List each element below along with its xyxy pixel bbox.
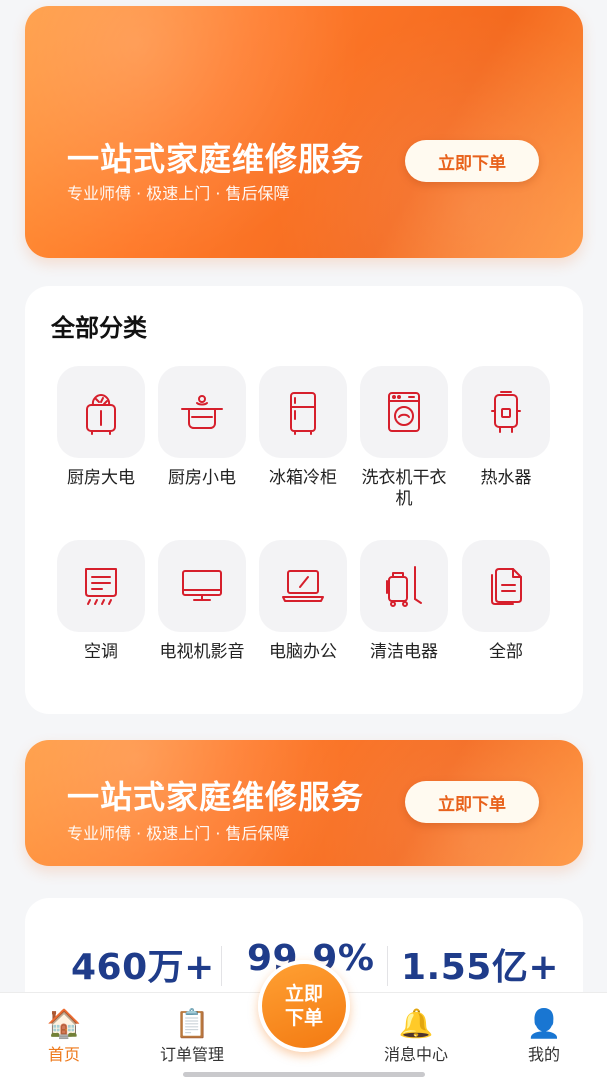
category-label: 清洁电器 <box>370 642 438 662</box>
stat-divider <box>221 946 222 986</box>
tab-profile[interactable]: 👤 我的 <box>494 1007 594 1065</box>
category-label: 洗衣机干衣机 <box>361 468 447 509</box>
tab-orders[interactable]: 📋 订单管理 <box>142 1007 242 1065</box>
category-label: 厨房小电 <box>168 468 236 488</box>
clipboard-icon: 📋 <box>174 1007 210 1040</box>
order-now-button[interactable]: 立即下单 <box>405 781 539 823</box>
house-icon: 🏠 <box>46 1007 82 1040</box>
banner-title: 一站式家庭维修服务 <box>67 140 365 178</box>
category-label: 厨房大电 <box>67 468 135 488</box>
tab-messages[interactable]: 🔔 消息中心 <box>366 1007 466 1065</box>
promo-banner-bottom[interactable]: 一站式家庭维修服务 专业师傅 · 极速上门 · 售后保障 立即下单 <box>25 740 583 866</box>
section-title: 全部分类 <box>51 314 147 342</box>
tab-home[interactable]: 🏠 首页 <box>14 1007 114 1065</box>
category-washer[interactable]: 洗衣机干衣机 <box>354 366 454 510</box>
promo-banner-top[interactable]: 一站式家庭维修服务 专业师傅 · 极速上门 · 售后保障 立即下单 <box>25 6 583 258</box>
category-label: 空调 <box>84 642 118 662</box>
home-indicator <box>183 1072 425 1077</box>
category-water-heater[interactable]: 热水器 <box>456 366 556 489</box>
category-computer[interactable]: 电脑办公 <box>253 540 353 663</box>
category-label: 全部 <box>489 642 523 662</box>
stat-value: 460万+ <box>71 947 215 988</box>
tab-label: 首页 <box>47 1045 80 1064</box>
category-air-conditioner[interactable]: 空调 <box>51 540 151 663</box>
vacuum-icon <box>360 540 448 632</box>
category-fridge[interactable]: 冰箱冷柜 <box>253 366 353 489</box>
fridge-icon <box>259 366 347 458</box>
stat-value: 1.55亿+ <box>401 947 559 988</box>
center-order-label: 立即 下单 <box>284 983 323 1029</box>
user-icon: 👤 <box>526 1007 562 1040</box>
tab-label: 消息中心 <box>383 1045 448 1064</box>
stat-divider <box>387 946 388 986</box>
banner-subtitle: 专业师傅 · 极速上门 · 售后保障 <box>67 184 290 203</box>
cooking-pot-icon <box>158 366 246 458</box>
center-order-button[interactable]: 立即 下单 <box>258 960 350 1052</box>
bell-icon: 🔔 <box>398 1007 434 1040</box>
category-cleaning[interactable]: 清洁电器 <box>354 540 454 663</box>
order-now-button[interactable]: 立即下单 <box>405 140 539 182</box>
category-label: 冰箱冷柜 <box>269 468 337 488</box>
air-conditioner-icon <box>57 540 145 632</box>
category-section: 全部分类 厨房大电 厨房小电 冰箱冷柜 洗衣机干衣机 热水器 空调 电视机影音 … <box>25 286 583 714</box>
category-label: 电脑办公 <box>269 642 337 662</box>
documents-icon <box>462 540 550 632</box>
category-tv[interactable]: 电视机影音 <box>152 540 252 663</box>
category-all[interactable]: 全部 <box>456 540 556 663</box>
banner-title: 一站式家庭维修服务 <box>67 778 365 816</box>
toaster-icon <box>57 366 145 458</box>
tv-icon <box>158 540 246 632</box>
banner-subtitle: 专业师傅 · 极速上门 · 售后保障 <box>67 824 290 843</box>
water-heater-icon <box>462 366 550 458</box>
washing-machine-icon <box>360 366 448 458</box>
category-label: 电视机影音 <box>159 642 245 662</box>
tab-label: 订单管理 <box>159 1045 224 1064</box>
category-kitchen-large[interactable]: 厨房大电 <box>51 366 151 489</box>
tab-label: 我的 <box>527 1045 560 1064</box>
category-kitchen-small[interactable]: 厨房小电 <box>152 366 252 489</box>
category-label: 热水器 <box>480 468 532 488</box>
laptop-icon <box>259 540 347 632</box>
